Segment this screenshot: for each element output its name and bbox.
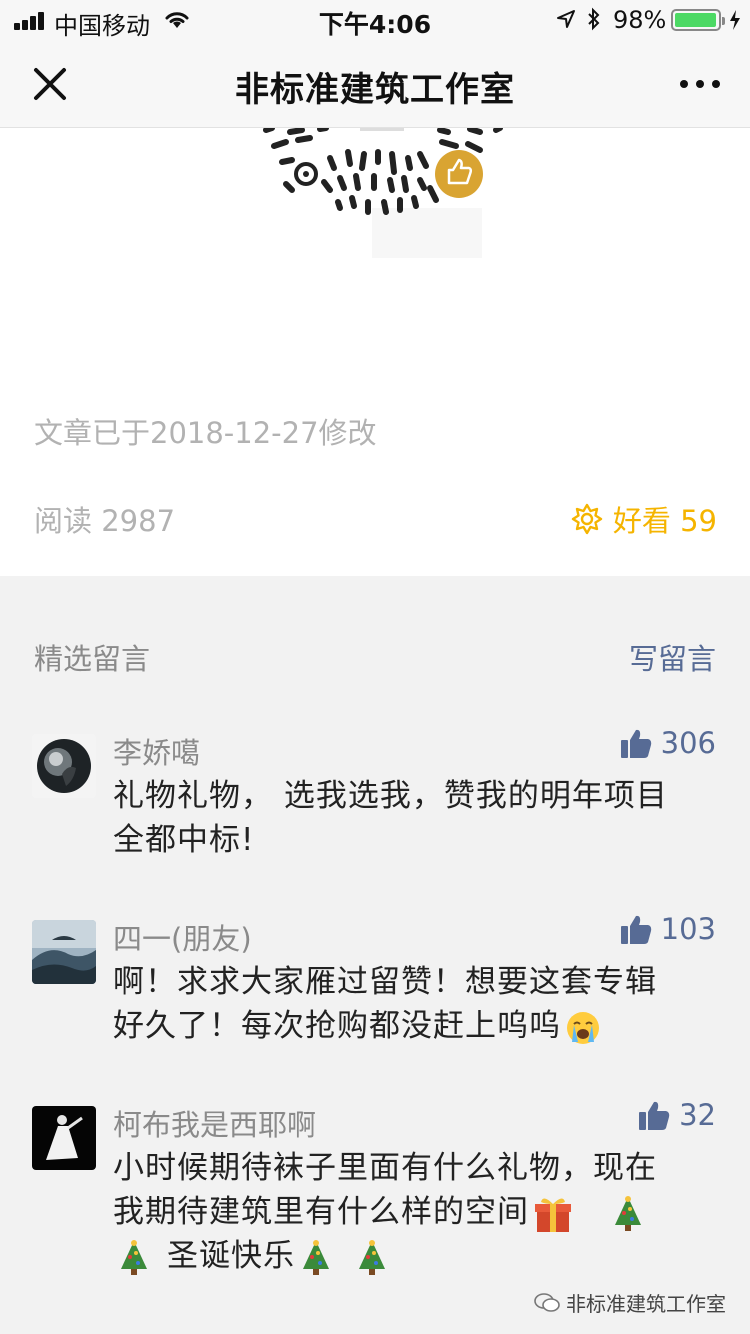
avatar[interactable] <box>32 920 96 984</box>
avatar[interactable] <box>32 1106 96 1170</box>
comment-line: 啊！求求大家雁过留赞！想要这套专辑 <box>113 964 657 1000</box>
location-arrow-icon <box>557 10 575 28</box>
good-button[interactable]: 好看 59 <box>571 498 717 540</box>
christmas-tree-emoji-icon <box>303 1239 329 1275</box>
comment-author: 柯布我是西耶啊 <box>113 1108 317 1142</box>
battery-percent: 98% <box>613 6 667 34</box>
comment-line: 好久了！每次抢购都没赶上呜呜 <box>113 1008 561 1044</box>
comment-line: 我期待建筑里有什么样的空间 <box>113 1194 529 1230</box>
crying-face-emoji-icon <box>567 1011 599 1044</box>
write-comment-button[interactable]: 写留言 <box>629 636 716 678</box>
watermark: 非标准建筑工作室 <box>534 1288 726 1317</box>
avatar[interactable] <box>32 734 96 798</box>
like-button[interactable]: 306 <box>619 726 716 760</box>
more-icon[interactable] <box>676 70 724 98</box>
comment-line: 小时候期待袜子里面有什么礼物，现在 <box>113 1150 657 1186</box>
comment-author: 李娇噶 <box>113 736 201 770</box>
good-star-icon <box>571 503 603 535</box>
modified-note: 文章已于2018-12-27修改 <box>34 416 377 450</box>
bluetooth-icon <box>588 7 600 31</box>
like-button[interactable]: 32 <box>637 1098 716 1132</box>
comments-header: 精选留言 <box>34 642 151 676</box>
good-label: 好看 59 <box>612 504 717 538</box>
like-button[interactable]: 103 <box>619 912 716 946</box>
like-count: 306 <box>660 726 716 760</box>
charging-bolt-icon <box>730 10 740 30</box>
christmas-tree-emoji-icon <box>359 1239 385 1275</box>
christmas-tree-emoji-icon <box>615 1195 641 1231</box>
status-bar: 中国移动 下午4:06 98% <box>0 0 750 40</box>
thumbs-up-icon <box>620 915 651 944</box>
christmas-tree-emoji-icon <box>121 1239 147 1275</box>
watermark-text: 非标准建筑工作室 <box>566 1292 726 1316</box>
comment-line: 全都中标! <box>113 822 255 858</box>
comment-text: 啊！求求大家雁过留赞！想要这套专辑 好久了！每次抢购都没赶上呜呜 <box>113 960 718 1048</box>
comment-line: 礼物礼物， 选我选我，赞我的明年项目 <box>113 778 668 814</box>
comment-text: 小时候期待袜子里面有什么礼物，现在 我期待建筑里有什么样的空间 圣诞快乐 <box>113 1146 718 1278</box>
comment-line: 圣诞快乐 <box>167 1238 295 1274</box>
wechat-icon <box>534 1292 560 1312</box>
qr-code-image <box>0 128 750 268</box>
nav-bar: 非标准建筑工作室 <box>0 40 750 128</box>
gift-emoji-icon <box>535 1197 571 1232</box>
comments-section: 精选留言 写留言 李娇噶 306 礼物礼物， 选我选我，赞我的明年项目 全都中标… <box>0 576 750 1334</box>
read-count: 阅读 2987 <box>34 504 176 538</box>
battery-icon <box>671 9 725 31</box>
page-title: 非标准建筑工作室 <box>235 70 515 110</box>
like-count: 103 <box>660 912 716 946</box>
like-count: 32 <box>679 1098 716 1132</box>
comment-author: 四一(朋友) <box>113 922 252 956</box>
comment-text: 礼物礼物， 选我选我，赞我的明年项目 全都中标! <box>113 774 718 862</box>
thumbs-up-icon <box>639 1101 670 1130</box>
thumbs-up-icon <box>620 729 651 758</box>
